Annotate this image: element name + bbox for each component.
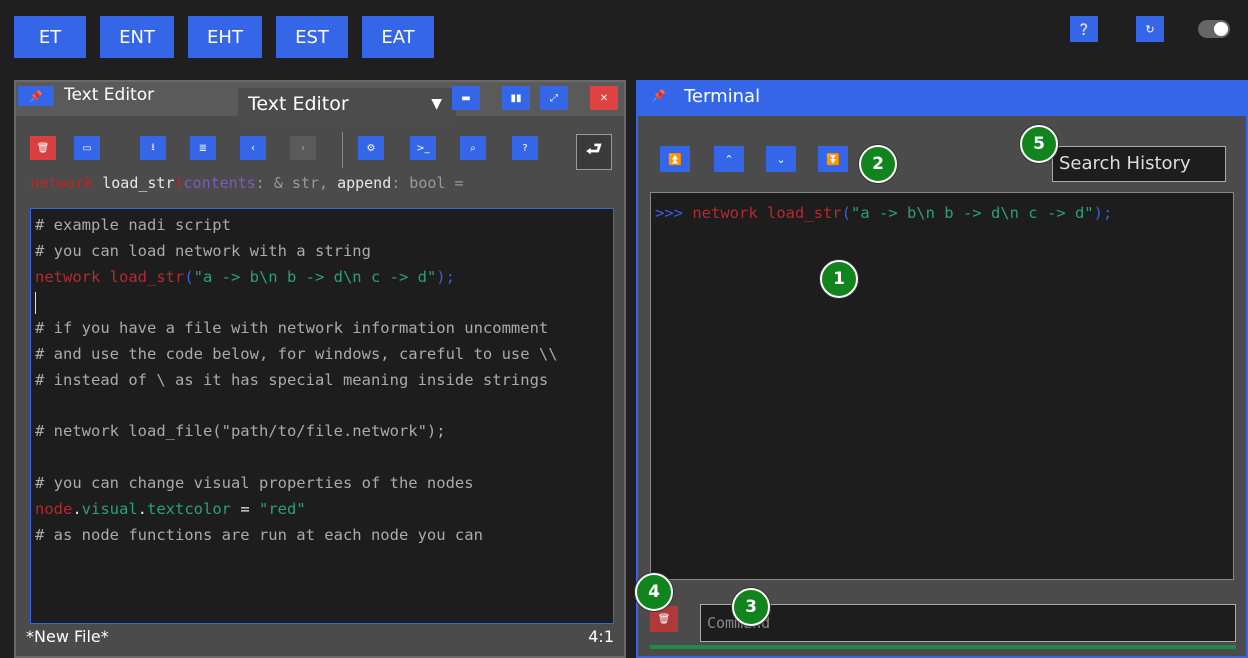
input-underline [650, 645, 1236, 649]
toolbar-divider [342, 132, 343, 168]
history-first-icon[interactable]: ⏫ [660, 146, 690, 172]
code-line: node.visual.textcolor = "red" [31, 497, 611, 523]
code-line: # you can change visual properties of th… [35, 473, 474, 492]
function-signature: network load_str(contents: & str, append… [30, 174, 464, 192]
terminal-line: >>> network load_str("a -> b\n b -> d\n … [655, 201, 1225, 226]
wrap-icon[interactable]: ⮐ [576, 134, 612, 170]
question-icon[interactable]: ❔ [1070, 16, 1098, 42]
pin-icon[interactable]: 📌 [652, 89, 666, 102]
history-prev-icon[interactable]: ⌃ [714, 146, 744, 172]
delete-icon[interactable]: 🗑 [30, 136, 56, 160]
text-cursor [35, 291, 36, 314]
marker-4: 4 [635, 573, 673, 611]
cmd-end: ); [1093, 204, 1113, 222]
cmd-paren: ( [841, 204, 851, 222]
code-editor[interactable]: # example nadi script # you can load net… [30, 208, 614, 624]
terminal-output: >>> network load_str("a -> b\n b -> d\n … [650, 192, 1234, 580]
terminal-title: Terminal [684, 86, 761, 107]
theme-toggle[interactable] [1198, 20, 1230, 38]
marker-5: 5 [1020, 125, 1058, 163]
code-line: # you can load network with a string [35, 241, 371, 260]
cursor-line [31, 290, 611, 316]
code-keyword: network load_str [35, 267, 185, 286]
tab-ent[interactable]: ENT [100, 16, 174, 58]
help-icon[interactable]: ? [512, 136, 538, 160]
top-nav: ET ENT EHT EST EAT ❔ ↻ [0, 0, 1248, 64]
editor-header: 📌 Text Editor Text Editor ▼ ▬ ▮▮ ⤢ ✕ [16, 82, 624, 122]
split-horizontal-icon[interactable]: ▬ [452, 86, 480, 110]
history-next-icon[interactable]: ⌄ [766, 146, 796, 172]
chevron-left-icon[interactable]: ‹ [240, 136, 266, 160]
search-history-input[interactable]: Search History [1052, 146, 1226, 182]
code-line: # and use the code below, for windows, c… [35, 344, 558, 363]
sig-args: contents [183, 174, 256, 192]
sig-tail: : bool = [391, 174, 464, 192]
code-string: "a -> b\n b -> d\n c -> d" [193, 267, 437, 286]
search-icon[interactable]: ⌕ [460, 136, 486, 160]
code-op: = [231, 499, 260, 518]
code-prop: textcolor [147, 499, 232, 518]
terminal-icon[interactable]: >_ [410, 136, 436, 160]
cmd-string: "a -> b\n b -> d\n c -> d" [850, 204, 1094, 222]
sig-name: network [30, 174, 94, 192]
history-last-icon[interactable]: ⏬ [818, 146, 848, 172]
list-icon[interactable]: ≣ [190, 136, 216, 160]
sig-fn: load_str [102, 174, 175, 192]
code-line: network load_str("a -> b\n b -> d\n c ->… [31, 265, 611, 291]
marker-3: 3 [732, 588, 770, 626]
tab-eat[interactable]: EAT [362, 16, 434, 58]
code-line: # instead of \ as it has special meaning… [35, 370, 549, 389]
editor-title: Text Editor [64, 85, 155, 105]
tab-et[interactable]: ET [14, 16, 86, 58]
code-object: node [35, 499, 73, 518]
marker-2: 2 [859, 145, 897, 183]
chevron-down-icon: ▼ [431, 96, 442, 112]
status-cursor-position: 4:1 [588, 627, 614, 646]
code-line: # if you have a file with network inform… [35, 319, 549, 338]
split-vertical-icon[interactable]: ▮▮ [502, 86, 530, 110]
tab-est[interactable]: EST [276, 16, 348, 58]
code-string: "red" [259, 499, 306, 518]
terminal-panel: 📌 Terminal ⏫ ⌃ ⌄ ⏬ Search History >>> ne… [636, 80, 1248, 658]
tab-eht[interactable]: EHT [188, 16, 262, 58]
text-editor-panel: 📌 Text Editor Text Editor ▼ ▬ ▮▮ ⤢ ✕ 🗑 ▭… [14, 80, 626, 658]
compile-icon[interactable]: ⚙ [358, 136, 384, 160]
close-icon[interactable]: ✕ [590, 86, 618, 110]
command-input[interactable]: Command [700, 604, 1236, 642]
code-paren: ( [184, 267, 194, 286]
panel-selector[interactable]: Text Editor ▼ [238, 88, 456, 122]
folder-open-icon[interactable]: ▭ [74, 136, 100, 160]
code-line: # as node functions are run at each node… [35, 525, 483, 544]
code-prop: visual [81, 499, 138, 518]
sig-append: append [337, 174, 392, 192]
pin-icon[interactable]: 📌 [18, 86, 54, 106]
code-dot: . [72, 499, 82, 518]
refresh-icon[interactable]: ↻ [1136, 16, 1164, 42]
code-end: ); [436, 267, 455, 286]
marker-1: 1 [820, 260, 858, 298]
status-filename: *New File* [26, 627, 109, 646]
sig-rest: : & str, [255, 174, 338, 192]
expand-icon[interactable]: ⤢ [540, 86, 568, 110]
code-line: # network load_file("path/to/file.networ… [35, 422, 446, 441]
terminal-header: 📌 Terminal [638, 82, 1246, 116]
cmd-keyword: network load_str [683, 204, 842, 222]
download-icon[interactable]: ⭳ [140, 136, 166, 160]
code-dot: . [137, 499, 148, 518]
panel-selector-value: Text Editor [248, 93, 349, 115]
code-line: # example nadi script [35, 216, 231, 234]
prompt: >>> [655, 204, 683, 222]
chevron-right-icon[interactable]: › [290, 136, 316, 160]
